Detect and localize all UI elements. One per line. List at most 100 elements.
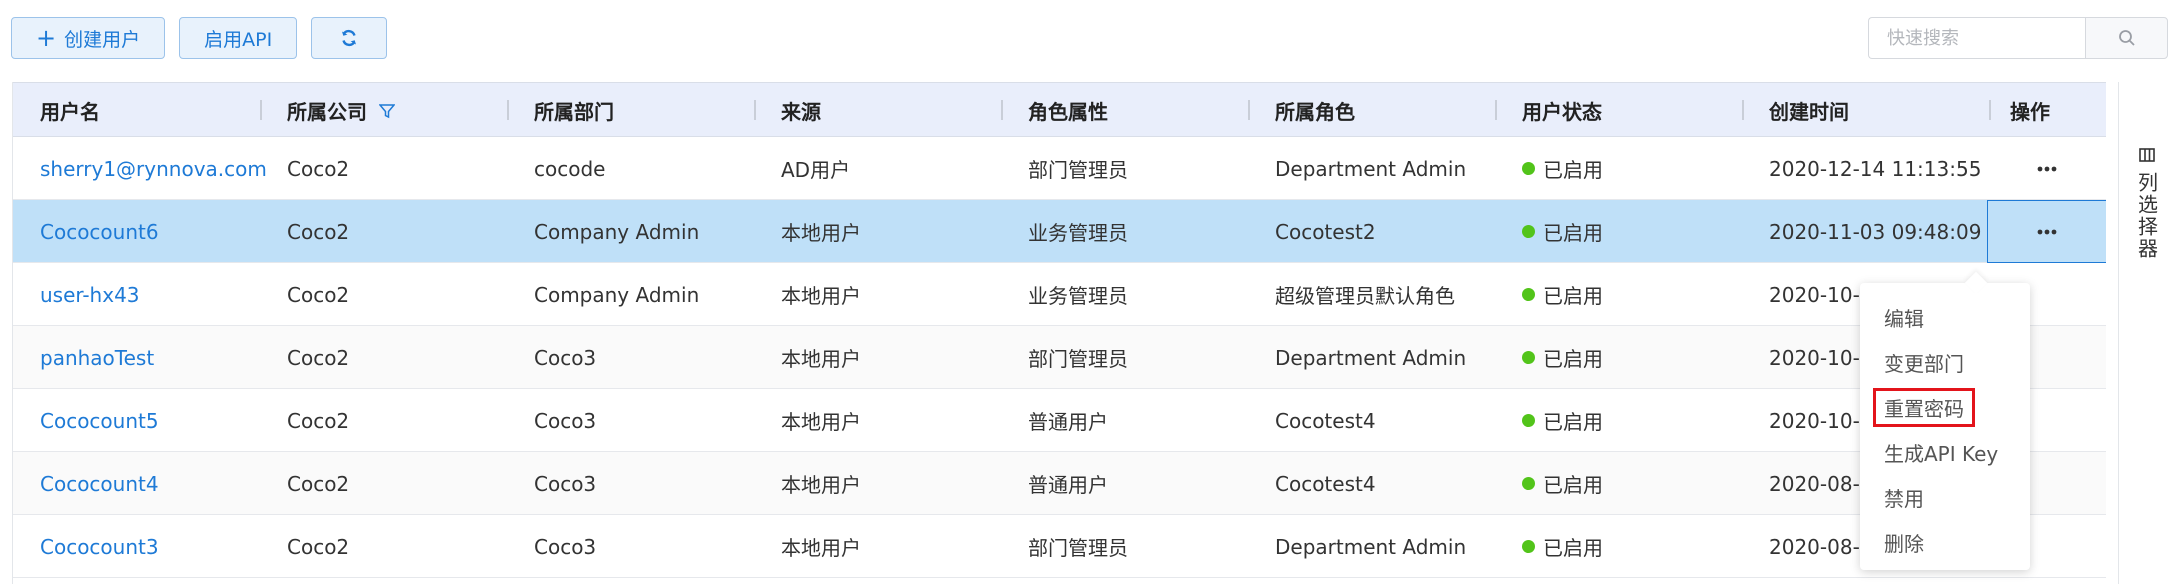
enable-api-label: 启用API — [204, 28, 273, 51]
column-header-role-attr[interactable]: 角色属性 — [1028, 83, 1108, 138]
status-dot-icon — [1522, 162, 1535, 175]
refresh-button[interactable] — [311, 17, 388, 59]
actions-dropdown-menu: 编辑 变更部门 重置密码 生成API Key 禁用 删除 — [1860, 283, 2030, 570]
role-attr-cell: 普通用户 — [1028, 410, 1108, 434]
ellipsis-icon — [2037, 229, 2057, 234]
search-box — [1868, 17, 2168, 59]
department-cell: Company Admin — [534, 282, 700, 307]
column-header-username[interactable]: 用户名 — [40, 83, 100, 138]
role-cell: Cocotest2 — [1275, 219, 1376, 244]
enable-api-button[interactable]: 启用API — [179, 17, 298, 59]
company-cell: Coco2 — [287, 156, 350, 181]
source-cell: 本地用户 — [781, 410, 861, 434]
role-cell: 超级管理员默认角色 — [1275, 284, 1455, 308]
column-header-department[interactable]: 所属部门 — [534, 83, 614, 138]
status-label: 已启用 — [1543, 284, 1603, 308]
role-attr-cell: 业务管理员 — [1028, 221, 1128, 245]
company-cell: Coco2 — [287, 345, 350, 370]
column-header-role[interactable]: 所属角色 — [1275, 83, 1355, 138]
role-attr-cell: 部门管理员 — [1028, 158, 1128, 182]
menu-item-label: 删除 — [1884, 532, 1924, 556]
company-cell: Coco2 — [287, 219, 350, 244]
more-actions-button-active[interactable] — [1987, 200, 2106, 263]
source-cell: 本地用户 — [781, 473, 861, 497]
status-cell: 已启用 — [1522, 389, 1603, 452]
role-attr-cell: 业务管理员 — [1028, 284, 1128, 308]
source-cell: 本地用户 — [781, 284, 861, 308]
table-row[interactable]: Cococount3 Coco2 Coco3 本地用户 部门管理员 Depart… — [13, 515, 2106, 578]
refresh-icon — [342, 29, 357, 47]
status-dot-icon — [1522, 477, 1535, 490]
status-dot-icon — [1522, 540, 1535, 553]
menu-item-label: 禁用 — [1884, 487, 1924, 511]
column-header-source[interactable]: 来源 — [781, 83, 821, 138]
created-cell: 2020-10-1 — [1769, 408, 1873, 433]
column-header-company-label: 所属公司 — [287, 100, 367, 124]
search-input[interactable] — [1868, 17, 2085, 59]
menu-item-label: 编辑 — [1884, 307, 1924, 331]
status-label: 已启用 — [1543, 410, 1603, 434]
company-cell: Coco2 — [287, 534, 350, 559]
username-link[interactable]: user-hx43 — [40, 263, 140, 326]
table-row[interactable]: Cococount4 Coco2 Coco3 本地用户 普通用户 Cocotes… — [13, 452, 2106, 515]
search-icon — [2118, 30, 2135, 46]
column-header-actions: 操作 — [2010, 100, 2050, 124]
department-cell: Coco3 — [534, 408, 597, 433]
ellipsis-icon — [2037, 166, 2057, 171]
status-cell: 已启用 — [1522, 263, 1603, 326]
menu-item-change-department[interactable]: 变更部门 — [1860, 340, 2030, 385]
menu-item-disable[interactable]: 禁用 — [1860, 475, 2030, 520]
menu-item-delete[interactable]: 删除 — [1860, 520, 2030, 565]
username-link[interactable]: Cococount5 — [40, 389, 159, 452]
username-link[interactable]: Cococount4 — [40, 452, 159, 515]
create-user-button[interactable]: + 创建用户 — [11, 17, 166, 59]
search-button[interactable] — [2085, 17, 2168, 59]
department-cell: Company Admin — [534, 219, 700, 244]
status-cell: 已启用 — [1522, 200, 1603, 263]
filter-icon[interactable] — [379, 103, 395, 119]
menu-item-label: 重置密码 — [1873, 388, 1975, 427]
plus-icon: + — [36, 24, 57, 52]
column-header-status[interactable]: 用户状态 — [1522, 83, 1602, 138]
column-header-created[interactable]: 创建时间 — [1769, 83, 1849, 138]
created-cell: 2020-10-1 — [1769, 345, 1873, 370]
table-row[interactable]: user-hx43 Coco2 Company Admin 本地用户 业务管理员… — [13, 263, 2106, 326]
table-row[interactable]: Cococount5 Coco2 Coco3 本地用户 普通用户 Cocotes… — [13, 389, 2106, 452]
role-cell: Department Admin — [1275, 534, 1467, 559]
column-header-company[interactable]: 所属公司 — [287, 83, 395, 138]
source-cell: 本地用户 — [781, 347, 861, 371]
status-cell: 已启用 — [1522, 137, 1603, 200]
table-row[interactable]: panhaoTest Coco2 Coco3 本地用户 部门管理员 Depart… — [13, 326, 2106, 389]
table-row-selected[interactable]: Cococount6 Coco2 Company Admin 本地用户 业务管理… — [13, 200, 2106, 263]
status-dot-icon — [1522, 288, 1535, 301]
column-picker-label: 列选择器 — [2134, 172, 2159, 260]
status-dot-icon — [1522, 225, 1535, 238]
table-row[interactable]: sherry1@rynnova.com Coco2 cocode AD用户 部门… — [13, 137, 2106, 200]
department-cell: Coco3 — [534, 471, 597, 496]
role-attr-cell: 部门管理员 — [1028, 347, 1128, 371]
username-link[interactable]: sherry1@rynnova.com — [40, 137, 267, 200]
user-table: 用户名 所属公司 所属部门 来源 角色属性 所属角色 用户状态 创建时间 操作 … — [12, 82, 2106, 584]
menu-item-reset-password[interactable]: 重置密码 — [1860, 385, 2030, 430]
created-cell: 2020-12-14 11:13:55 — [1769, 156, 1982, 181]
username-link[interactable]: Cococount6 — [40, 200, 159, 263]
source-cell: AD用户 — [781, 158, 851, 182]
source-cell: 本地用户 — [781, 221, 861, 245]
username-link[interactable]: panhaoTest — [40, 326, 154, 389]
menu-item-edit[interactable]: 编辑 — [1860, 295, 2030, 340]
status-label: 已启用 — [1543, 347, 1603, 371]
username-link[interactable]: Cococount3 — [40, 515, 159, 578]
company-cell: Coco2 — [287, 282, 350, 307]
more-actions-button[interactable] — [2007, 137, 2087, 200]
menu-item-generate-api-key[interactable]: 生成API Key — [1860, 430, 2030, 475]
created-cell: 2020-10-2 — [1769, 282, 1873, 307]
department-cell: cocode — [534, 156, 606, 181]
source-cell: 本地用户 — [781, 536, 861, 560]
column-picker[interactable]: 列选择器 — [2118, 82, 2175, 584]
columns-icon — [2139, 148, 2155, 162]
toolbar: + 创建用户 启用API — [11, 17, 388, 59]
role-cell: Department Admin — [1275, 345, 1467, 370]
created-cell: 2020-11-03 09:48:09 — [1769, 219, 1982, 244]
status-dot-icon — [1522, 351, 1535, 364]
department-cell: Coco3 — [534, 534, 597, 559]
